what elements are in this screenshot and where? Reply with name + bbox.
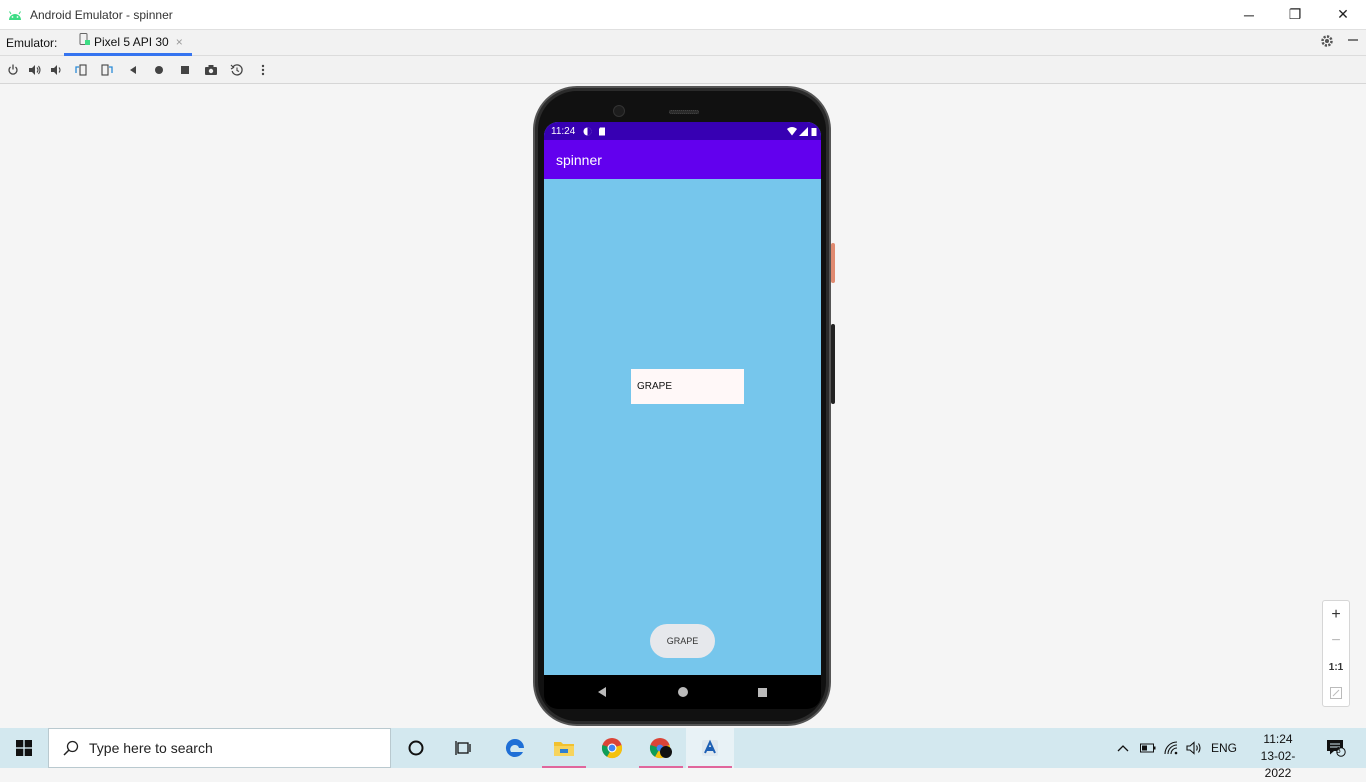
android-icon bbox=[0, 9, 30, 21]
android-status-bar: 11:24 bbox=[544, 122, 821, 140]
more-icon[interactable] bbox=[255, 62, 271, 78]
taskbar-search-box[interactable] bbox=[48, 728, 391, 768]
rotate-right-icon[interactable] bbox=[99, 62, 115, 78]
app-title: spinner bbox=[556, 151, 602, 168]
taskbar-clock[interactable]: 11:24 13-02-2022 bbox=[1248, 731, 1308, 782]
language-indicator[interactable]: ENG bbox=[1209, 728, 1239, 768]
rotate-left-icon[interactable] bbox=[73, 62, 89, 78]
cortana-icon[interactable] bbox=[392, 728, 440, 768]
fruit-spinner[interactable]: GRAPE bbox=[631, 369, 744, 404]
close-window-button[interactable]: ✕ bbox=[1320, 0, 1366, 29]
notification-count-badge: 3 bbox=[1336, 746, 1341, 755]
emulator-label: Emulator: bbox=[6, 36, 58, 50]
show-hidden-icons-chevron-up-icon[interactable] bbox=[1114, 728, 1132, 768]
minimize-button[interactable]: ─ bbox=[1226, 0, 1272, 29]
file-explorer-icon[interactable] bbox=[540, 728, 588, 768]
clock-date: 13-02-2022 bbox=[1260, 749, 1296, 780]
status-battery-icon bbox=[811, 127, 817, 136]
toast-text: GRAPE bbox=[666, 636, 699, 646]
front-camera-icon bbox=[613, 105, 625, 117]
nav-back-icon[interactable] bbox=[595, 685, 609, 699]
zoom-in-button[interactable]: + bbox=[1323, 603, 1349, 627]
tab-pixel-5-api-30[interactable]: Pixel 5 API 30 × bbox=[64, 30, 192, 56]
nav-home-icon[interactable] bbox=[676, 685, 690, 699]
windows-start-icon[interactable] bbox=[0, 728, 48, 768]
status-wifi-icon bbox=[787, 126, 797, 136]
phone-volume-side-button[interactable] bbox=[831, 324, 835, 404]
snapshot-icon[interactable] bbox=[229, 62, 245, 78]
window-title: Android Emulator - spinner bbox=[30, 7, 173, 22]
zoom-out-button[interactable]: − bbox=[1323, 629, 1349, 653]
wifi-icon[interactable] bbox=[1162, 728, 1182, 768]
action-center-icon[interactable]: 3 bbox=[1322, 728, 1350, 768]
device-icon bbox=[78, 32, 90, 51]
android-studio-icon[interactable] bbox=[686, 728, 734, 768]
status-sd-card-icon bbox=[598, 127, 606, 136]
search-input[interactable] bbox=[89, 740, 369, 756]
chrome-profile-icon[interactable] bbox=[637, 728, 685, 768]
battery-icon[interactable] bbox=[1138, 728, 1158, 768]
toast-message: GRAPE bbox=[650, 624, 715, 658]
emulator-tab-bar: Emulator: Pixel 5 API 30 × bbox=[0, 29, 1366, 56]
phone-screen[interactable]: 11:24 spinner GRAPE GRAPE bbox=[544, 122, 821, 675]
nav-recents-icon[interactable] bbox=[755, 685, 769, 699]
earpiece-speaker bbox=[669, 110, 699, 114]
clock-time: 11:24 bbox=[1263, 732, 1293, 746]
tab-label: Pixel 5 API 30 bbox=[94, 34, 169, 49]
zoom-controls: + − 1:1 bbox=[1322, 600, 1350, 707]
screenshot-icon[interactable] bbox=[203, 62, 219, 78]
speaker-volume-icon[interactable] bbox=[1185, 728, 1205, 768]
tab-close-icon[interactable]: × bbox=[176, 35, 183, 49]
emulator-toolbar bbox=[0, 56, 1366, 84]
status-notification-icon bbox=[583, 127, 592, 136]
restore-button[interactable]: ❐ bbox=[1272, 0, 1318, 29]
volume-down-icon[interactable] bbox=[49, 62, 65, 78]
phone-power-side-button[interactable] bbox=[831, 243, 835, 283]
home-icon[interactable] bbox=[151, 62, 167, 78]
status-time: 11:24 bbox=[551, 125, 576, 137]
chrome-icon[interactable] bbox=[588, 728, 636, 768]
task-view-icon[interactable] bbox=[440, 728, 488, 768]
hide-panel-icon[interactable] bbox=[1347, 33, 1359, 49]
power-icon[interactable] bbox=[5, 62, 21, 78]
settings-gear-icon[interactable] bbox=[1320, 34, 1334, 51]
back-icon[interactable] bbox=[125, 62, 141, 78]
status-signal-icon bbox=[799, 126, 808, 136]
zoom-fit-icon[interactable] bbox=[1323, 681, 1349, 705]
edge-browser-icon[interactable] bbox=[491, 728, 539, 768]
spinner-selected-value: GRAPE bbox=[637, 381, 673, 392]
app-action-bar: spinner bbox=[544, 140, 821, 179]
volume-up-icon[interactable] bbox=[27, 62, 43, 78]
overview-icon[interactable] bbox=[177, 62, 193, 78]
window-title-bar: Android Emulator - spinner ─ ❐ ✕ bbox=[0, 0, 1366, 29]
windows-taskbar: ENG 11:24 13-02-2022 3 bbox=[0, 728, 1366, 780]
search-icon bbox=[61, 738, 81, 758]
zoom-actual-size-button[interactable]: 1:1 bbox=[1323, 655, 1349, 679]
android-navigation-bar bbox=[544, 675, 821, 709]
